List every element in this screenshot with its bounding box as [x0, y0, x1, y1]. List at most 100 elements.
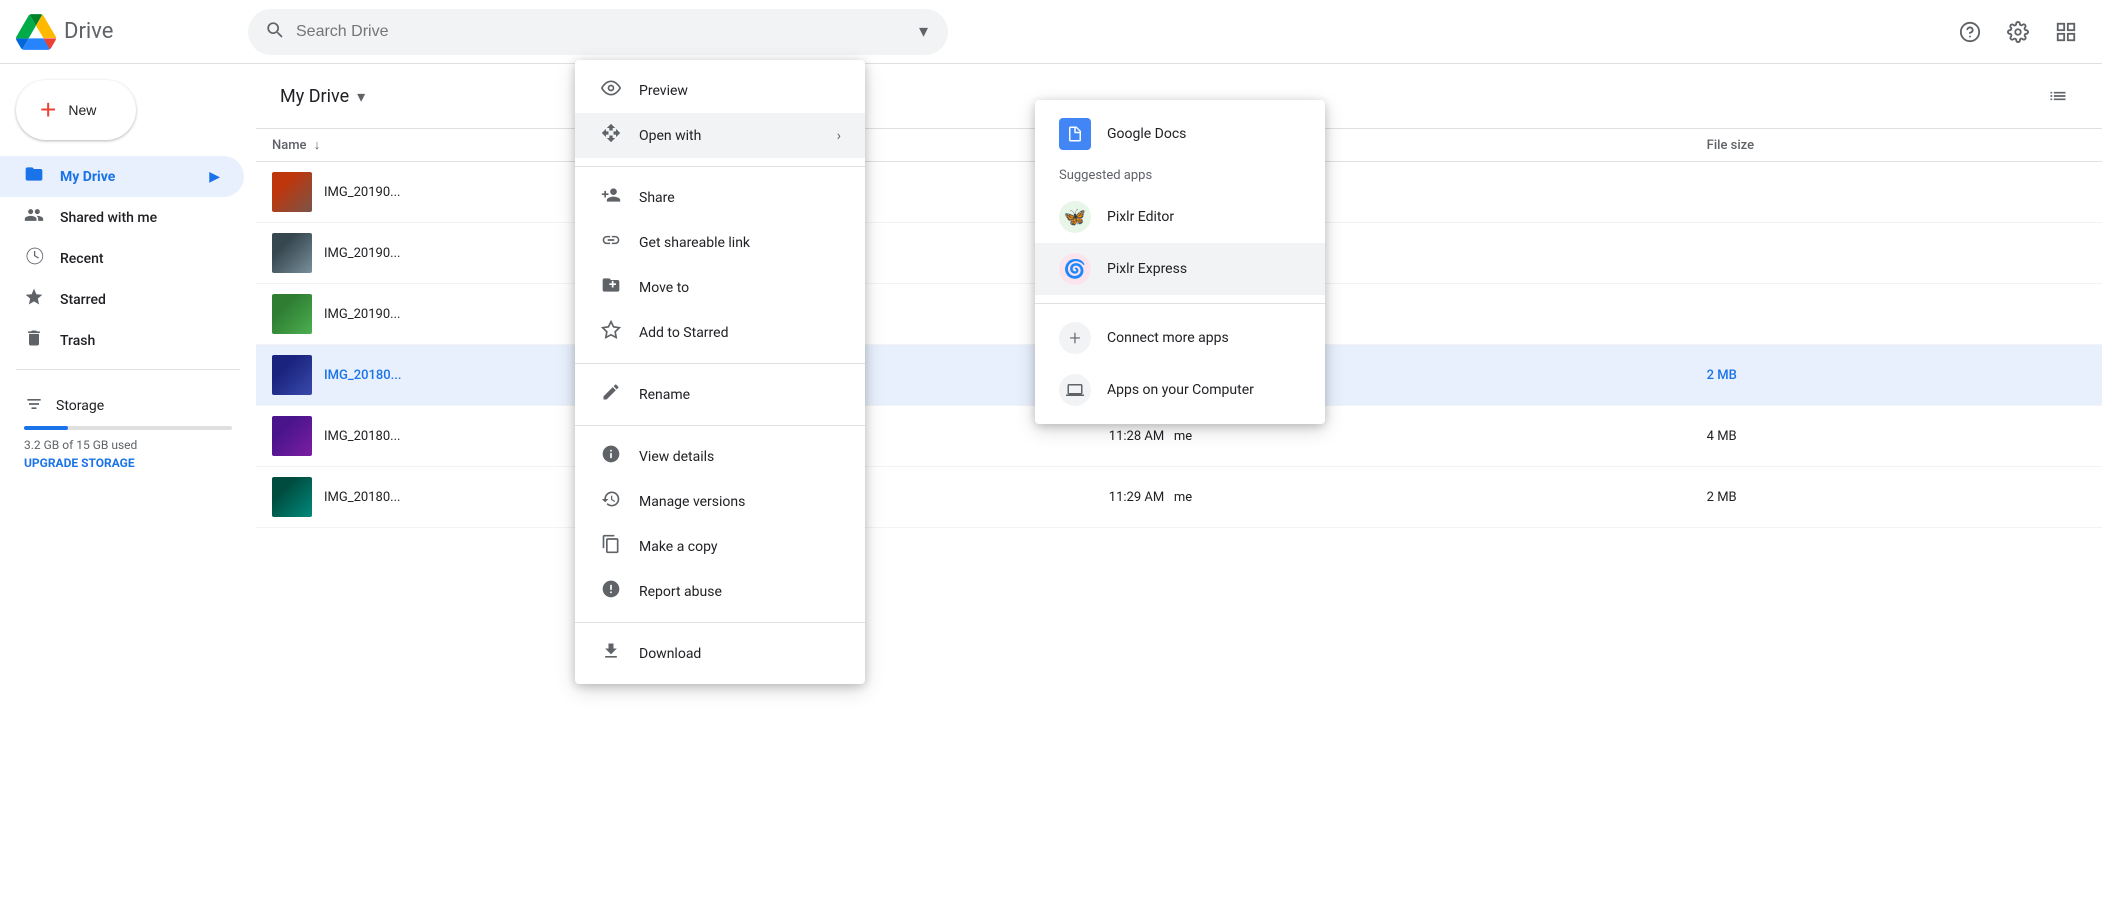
drive-logo-icon — [16, 12, 56, 52]
open-with-submenu: Google Docs Suggested apps 🦋 Pixlr Edito… — [1035, 100, 1325, 424]
computer-icon — [1059, 374, 1091, 406]
new-button[interactable]: + New — [16, 80, 136, 140]
google-docs-label: Google Docs — [1107, 126, 1186, 142]
connect-more-label: Connect more apps — [1107, 330, 1229, 346]
submenu-pixlr-editor[interactable]: 🦋 Pixlr Editor — [1035, 191, 1325, 243]
logo-area: Drive — [16, 12, 236, 52]
context-menu-move-to[interactable]: Move to — [575, 265, 865, 310]
context-menu-open-with[interactable]: Open with › — [575, 113, 865, 158]
make-copy-icon — [599, 534, 623, 559]
sidebar-item-shared-with-me[interactable]: Shared with me — [0, 197, 244, 238]
context-menu: Preview Open with › Share Get shareable … — [575, 60, 865, 684]
report-abuse-icon — [599, 579, 623, 604]
add-starred-label: Add to Starred — [639, 325, 728, 341]
new-button-label: New — [68, 102, 96, 118]
recent-icon — [24, 246, 44, 271]
context-menu-divider-4 — [575, 622, 865, 623]
sidebar-divider — [16, 369, 240, 370]
trash-icon — [24, 328, 44, 353]
open-with-icon — [599, 123, 623, 148]
header-right — [1950, 12, 2086, 52]
search-icon — [264, 19, 284, 44]
context-menu-divider-2 — [575, 363, 865, 364]
submenu-google-docs[interactable]: Google Docs — [1035, 108, 1325, 160]
starred-icon — [24, 287, 44, 312]
shareable-link-label: Get shareable link — [639, 235, 750, 251]
add-starred-icon — [599, 320, 623, 345]
my-drive-icon — [24, 164, 44, 189]
list-view-button[interactable] — [2038, 76, 2078, 116]
preview-icon — [599, 78, 623, 103]
sidebar-item-starred[interactable]: Starred — [0, 279, 244, 320]
submenu-apps-computer[interactable]: Apps on your Computer — [1035, 364, 1325, 416]
title-dropdown-icon[interactable]: ▾ — [357, 87, 365, 106]
sidebar-shared-label: Shared with me — [60, 210, 157, 226]
submenu-connect-more[interactable]: + Connect more apps — [1035, 312, 1325, 364]
file-thumbnail — [272, 355, 312, 395]
context-menu-download[interactable]: Download — [575, 631, 865, 676]
storage-icon — [24, 394, 44, 418]
sidebar: + New My Drive ▶ Shared with me Recent — [0, 64, 256, 914]
storage-label: Storage — [24, 394, 232, 418]
settings-button[interactable] — [1998, 12, 2038, 52]
manage-versions-icon — [599, 489, 623, 514]
context-menu-make-copy[interactable]: Make a copy — [575, 524, 865, 569]
sort-icon: ↓ — [314, 138, 321, 153]
context-menu-divider-1 — [575, 166, 865, 167]
header: Drive ▾ — [0, 0, 2102, 64]
search-dropdown-button[interactable]: ▾ — [915, 17, 932, 46]
file-thumbnail — [272, 233, 312, 273]
sidebar-my-drive-label: My Drive — [60, 169, 115, 185]
rename-icon — [599, 382, 623, 407]
sidebar-item-my-drive[interactable]: My Drive ▶ — [0, 156, 244, 197]
pixlr-express-icon: 🌀 — [1059, 253, 1091, 285]
submenu-arrow-icon: › — [837, 128, 841, 144]
apps-computer-label: Apps on your Computer — [1107, 382, 1254, 398]
download-label: Download — [639, 646, 701, 662]
context-menu-add-starred[interactable]: Add to Starred — [575, 310, 865, 355]
google-docs-icon — [1059, 118, 1091, 150]
shared-icon — [24, 205, 44, 230]
file-thumbnail — [272, 172, 312, 212]
sidebar-item-trash[interactable]: Trash — [0, 320, 244, 361]
help-button[interactable] — [1950, 12, 1990, 52]
open-with-label: Open with — [639, 128, 701, 144]
storage-text-label: Storage — [56, 398, 104, 414]
download-icon — [599, 641, 623, 666]
storage-bar-container — [24, 426, 232, 430]
share-icon — [599, 185, 623, 210]
content-header-right — [2038, 76, 2078, 116]
context-menu-divider-3 — [575, 425, 865, 426]
view-details-label: View details — [639, 449, 714, 465]
sidebar-expand-icon: ▶ — [209, 169, 220, 185]
submenu-pixlr-express[interactable]: 🌀 Pixlr Express — [1035, 243, 1325, 295]
grid-view-button[interactable] — [2046, 12, 2086, 52]
make-copy-label: Make a copy — [639, 539, 718, 555]
pixlr-editor-icon: 🦋 — [1059, 201, 1091, 233]
storage-bar — [24, 426, 68, 430]
context-menu-share[interactable]: Share — [575, 175, 865, 220]
file-thumbnail — [272, 416, 312, 456]
context-menu-rename[interactable]: Rename — [575, 372, 865, 417]
view-details-icon — [599, 444, 623, 469]
search-bar[interactable]: ▾ — [248, 9, 948, 55]
file-thumbnail — [272, 294, 312, 334]
preview-label: Preview — [639, 83, 688, 99]
sidebar-item-recent[interactable]: Recent — [0, 238, 244, 279]
rename-label: Rename — [639, 387, 690, 403]
context-menu-shareable-link[interactable]: Get shareable link — [575, 220, 865, 265]
search-input[interactable] — [296, 23, 903, 41]
context-menu-view-details[interactable]: View details — [575, 434, 865, 479]
move-to-label: Move to — [639, 280, 689, 296]
upgrade-storage-link[interactable]: UPGRADE STORAGE — [24, 456, 232, 470]
app-name: Drive — [64, 19, 113, 44]
share-label: Share — [639, 190, 675, 206]
table-row[interactable]: IMG_20180... 11:29 AM me 2 MB — [256, 467, 2102, 528]
storage-used-text: 3.2 GB of 15 GB used — [24, 438, 232, 452]
context-menu-preview[interactable]: Preview — [575, 68, 865, 113]
pixlr-editor-label: Pixlr Editor — [1107, 209, 1174, 225]
sidebar-trash-label: Trash — [60, 333, 95, 349]
context-menu-manage-versions[interactable]: Manage versions — [575, 479, 865, 524]
sidebar-starred-label: Starred — [60, 292, 106, 308]
context-menu-report-abuse[interactable]: Report abuse — [575, 569, 865, 614]
